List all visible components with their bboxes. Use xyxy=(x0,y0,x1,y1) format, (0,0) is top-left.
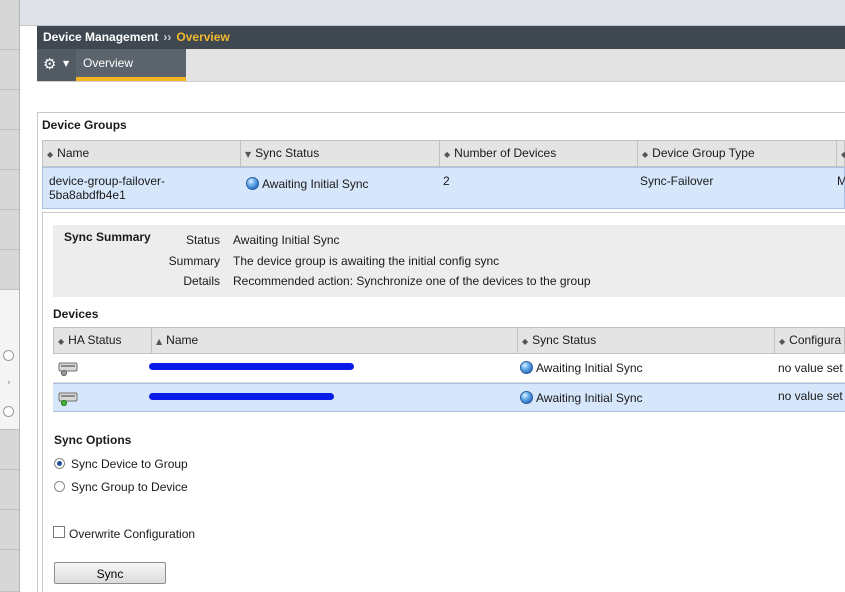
sort-icon: ◆ xyxy=(522,337,529,346)
table-row[interactable]: Awaiting Initial Sync no value set xyxy=(53,354,845,383)
gear-icon: ⚙ xyxy=(43,55,57,73)
sync-status-cell: Awaiting Initial Sync xyxy=(520,391,643,405)
sync-options-title: Sync Options xyxy=(54,433,132,447)
sync-button[interactable]: Sync xyxy=(54,562,166,584)
sort-icon: ◆ xyxy=(642,150,649,159)
nav-block[interactable] xyxy=(0,50,19,90)
sync-status-icon xyxy=(520,391,533,404)
left-nav-strip: › xyxy=(0,0,20,592)
table-row[interactable]: device-group-failover- 5ba8abdfb4e1 Awai… xyxy=(42,167,845,209)
sort-icon: ◆ xyxy=(58,337,65,346)
breadcrumb-separator: ›› xyxy=(163,30,172,44)
sort-icon: ◆ xyxy=(444,150,451,159)
column-header-extra[interactable]: ◆ xyxy=(837,141,845,166)
nav-block[interactable] xyxy=(0,510,19,550)
sort-icon: ◆ xyxy=(779,337,786,346)
table-row[interactable]: Awaiting Initial Sync no value set xyxy=(53,383,845,412)
sync-status-text: Awaiting Initial Sync xyxy=(536,361,643,375)
breadcrumb-section[interactable]: Device Management xyxy=(43,30,158,44)
status-value: Awaiting Initial Sync xyxy=(233,233,340,247)
sync-status-cell: Awaiting Initial Sync xyxy=(246,177,369,191)
nav-block[interactable] xyxy=(0,430,19,470)
sort-asc-icon: ▲ xyxy=(156,337,163,346)
nav-block[interactable] xyxy=(0,550,19,592)
column-header-label: Number of Devices xyxy=(454,146,557,160)
nav-block[interactable] xyxy=(0,90,19,130)
redacted-device-name[interactable] xyxy=(149,363,354,370)
summary-value: The device group is awaiting the initial… xyxy=(233,254,500,268)
nav-subpanel: › xyxy=(0,290,19,430)
column-header-ha-status[interactable]: ◆ HA Status xyxy=(54,328,152,353)
nav-block[interactable] xyxy=(0,130,19,170)
devices-title: Devices xyxy=(53,307,99,321)
sync-device-to-group-radio[interactable] xyxy=(54,458,65,469)
top-band xyxy=(20,0,845,26)
nav-block[interactable] xyxy=(0,170,19,210)
column-header-label: Sync Status xyxy=(255,146,320,160)
column-header-label: HA Status xyxy=(68,333,122,347)
overwrite-configuration-checkbox[interactable] xyxy=(53,526,65,538)
sync-device-to-group-label[interactable]: Sync Device to Group xyxy=(71,457,188,471)
overwrite-configuration-label[interactable]: Overwrite Configuration xyxy=(69,527,195,541)
redacted-device-name[interactable] xyxy=(149,393,334,400)
sync-status-cell: Awaiting Initial Sync xyxy=(520,361,643,375)
chevron-right-icon[interactable]: › xyxy=(7,378,11,388)
device-group-type: Sync-Failover xyxy=(640,174,714,188)
sync-group-to-device-label[interactable]: Sync Group to Device xyxy=(71,480,188,494)
breadcrumb-current: Overview xyxy=(176,30,230,44)
devices-table-header: ◆ HA Status ▲ Name ◆ Sync Status ◆ Configura xyxy=(53,327,845,354)
nav-block[interactable] xyxy=(0,210,19,250)
nav-circle-icon[interactable] xyxy=(3,406,14,417)
device-group-name-line: device-group-failover- xyxy=(49,174,166,188)
sync-status-text: Awaiting Initial Sync xyxy=(262,177,369,191)
tab-overview[interactable]: Overview xyxy=(76,49,186,81)
device-groups-title: Device Groups xyxy=(42,118,127,132)
breadcrumb: Device Management ›› Overview xyxy=(37,26,845,49)
tab-label: Overview xyxy=(83,56,134,70)
column-header-name[interactable]: ◆ Name xyxy=(43,141,241,166)
sync-status-icon xyxy=(520,361,533,374)
column-header-label: Name xyxy=(57,146,90,160)
details-label: Details xyxy=(183,274,220,288)
column-header-name[interactable]: ▲ Name xyxy=(152,328,518,353)
device-group-name-line: 5ba8abdfb4e1 xyxy=(49,188,126,202)
column-header-label: Name xyxy=(166,333,199,347)
extra-cell: M xyxy=(837,174,845,188)
device-status-icon xyxy=(58,392,78,406)
nav-block[interactable] xyxy=(0,250,19,290)
column-header-label: Sync Status xyxy=(532,333,597,347)
settings-menu-button[interactable]: ⚙ ▼ xyxy=(37,49,76,81)
column-header-sync-status[interactable]: ◆ Sync Status xyxy=(518,328,775,353)
nav-circle-icon[interactable] xyxy=(3,350,14,361)
column-header-configuration[interactable]: ◆ Configura xyxy=(775,328,845,353)
sync-status-icon xyxy=(246,177,259,190)
column-header-label: Configura xyxy=(789,333,842,347)
sort-icon: ◆ xyxy=(47,150,54,159)
sync-group-to-device-radio[interactable] xyxy=(54,481,65,492)
column-header-number-of-devices[interactable]: ◆ Number of Devices xyxy=(440,141,638,166)
configuration-value: no value set xyxy=(778,389,843,403)
column-header-device-group-type[interactable]: ◆ Device Group Type xyxy=(638,141,837,166)
device-status-icon xyxy=(58,362,78,376)
device-groups-table-header: ◆ Name ▼ Sync Status ◆ Number of Devices ◆ D… xyxy=(42,140,845,167)
device-group-name[interactable]: device-group-failover- 5ba8abdfb4e1 xyxy=(49,174,165,202)
caret-down-icon: ▼ xyxy=(63,59,70,68)
summary-label: Summary xyxy=(168,254,220,268)
nav-block[interactable] xyxy=(0,470,19,510)
configuration-value: no value set xyxy=(778,361,843,375)
sort-desc-icon: ▼ xyxy=(245,150,252,159)
status-label: Status xyxy=(185,233,220,247)
sync-status-text: Awaiting Initial Sync xyxy=(536,391,643,405)
number-of-devices: 2 xyxy=(443,174,450,188)
nav-block[interactable] xyxy=(0,0,19,50)
sort-icon: ◆ xyxy=(841,150,845,159)
column-header-label: Device Group Type xyxy=(652,146,755,160)
details-value: Recommended action: Synchronize one of t… xyxy=(233,274,591,288)
column-header-sync-status[interactable]: ▼ Sync Status xyxy=(241,141,440,166)
